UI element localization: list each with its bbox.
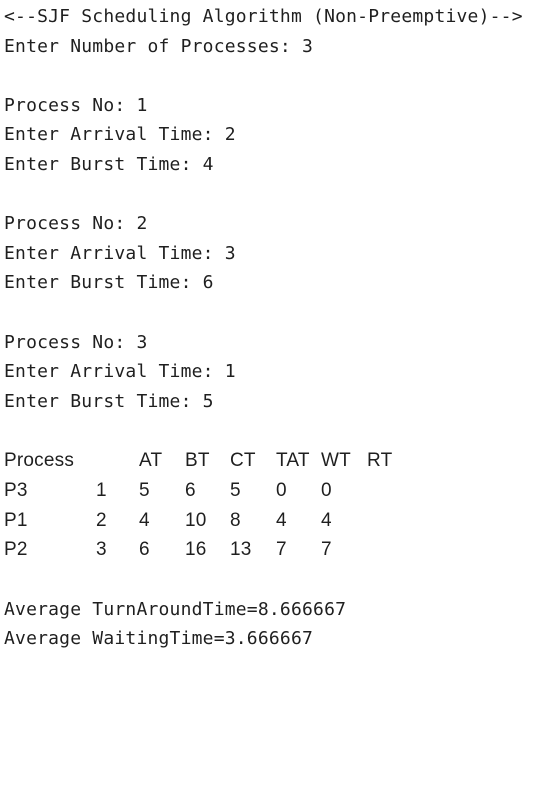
cell-value: 10 — [185, 509, 207, 531]
cell-value: 5 — [230, 479, 241, 501]
cell-value: 4 — [139, 509, 150, 531]
header-process: Process — [4, 449, 75, 471]
cell-value: 6 — [185, 479, 196, 501]
table-row: P1 2 4 10 8 4 4 — [4, 506, 543, 536]
cell-value: 4 — [321, 509, 332, 531]
arrival-time-prompt: Enter Arrival Time: 1 — [4, 361, 236, 383]
table-header-row: Process AT BT CT TAT WT RT — [4, 446, 543, 476]
burst-time-prompt: Enter Burst Time: 5 — [4, 390, 214, 412]
arrival-time-prompt: Enter Arrival Time: 2 — [4, 124, 236, 146]
cell-value: 2 — [96, 509, 107, 531]
cell-process: P2 — [4, 539, 28, 561]
header-at: AT — [139, 449, 163, 471]
burst-time-prompt: Enter Burst Time: 6 — [4, 272, 214, 294]
header-rt: RT — [367, 449, 393, 471]
cell-value: 0 — [321, 479, 332, 501]
cell-value: 0 — [276, 479, 287, 501]
console-output: <--SJF Scheduling Algorithm (Non-Preempt… — [0, 0, 543, 660]
header-bt: BT — [185, 449, 210, 471]
header-tat: TAT — [276, 449, 310, 471]
cell-value: 8 — [230, 509, 241, 531]
results-table: Process AT BT CT TAT WT RT P3 1 5 6 5 0 … — [4, 446, 543, 565]
table-row: P3 1 5 6 5 0 0 — [4, 476, 543, 506]
cell-value: 3 — [96, 539, 107, 561]
process-number-line: Process No: 3 — [4, 331, 148, 353]
cell-value: 1 — [96, 479, 107, 501]
table-row: P2 3 6 16 13 7 7 — [4, 535, 543, 565]
arrival-time-prompt: Enter Arrival Time: 3 — [4, 242, 236, 264]
header-ct: CT — [230, 449, 256, 471]
cell-value: 4 — [276, 509, 287, 531]
cell-value: 7 — [321, 539, 332, 561]
cell-value: 13 — [230, 539, 252, 561]
cell-value: 6 — [139, 539, 150, 561]
cell-value: 16 — [185, 539, 207, 561]
header-wt: WT — [321, 449, 351, 471]
program-header: <--SJF Scheduling Algorithm (Non-Preempt… — [4, 6, 523, 27]
average-turnaround-time: Average TurnAroundTime=8.666667 — [4, 598, 347, 620]
cell-process: P3 — [4, 479, 28, 501]
process-number-line: Process No: 2 — [4, 213, 148, 235]
process-number-line: Process No: 1 — [4, 94, 148, 116]
process-count-prompt: Enter Number of Processes: 3 — [4, 35, 314, 57]
cell-value: 7 — [276, 539, 287, 561]
cell-value: 5 — [139, 479, 150, 501]
cell-process: P1 — [4, 509, 28, 531]
burst-time-prompt: Enter Burst Time: 4 — [4, 153, 214, 175]
average-waiting-time: Average WaitingTime=3.666667 — [4, 628, 314, 650]
